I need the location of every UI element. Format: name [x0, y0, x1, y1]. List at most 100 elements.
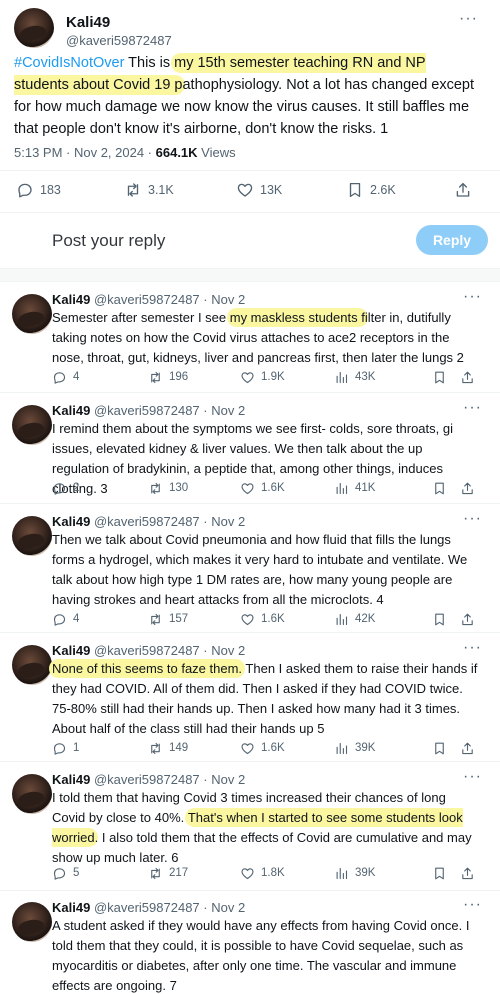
reply-date[interactable]: · Nov 2 [200, 772, 245, 787]
like-action[interactable]: 13K [236, 180, 282, 200]
views-action[interactable]: 39K [334, 863, 375, 883]
share-action[interactable] [460, 609, 475, 629]
repost-action[interactable]: 217 [148, 863, 188, 883]
reply-count: 4 [73, 371, 80, 383]
view-count: 43K [355, 371, 376, 383]
author-name[interactable]: Kali49 [52, 772, 90, 787]
heart-icon [241, 867, 254, 879]
reply-action[interactable]: 183 [16, 180, 61, 200]
author-name[interactable]: Kali49 [52, 643, 90, 658]
author-handle[interactable]: @kaveri59872487 [66, 33, 172, 48]
avatar[interactable] [12, 294, 52, 334]
more-icon[interactable]: ··· [463, 511, 482, 527]
reply-action-bar: 4 196 1.9K 43K [52, 367, 482, 387]
bookmark-action[interactable] [432, 367, 447, 387]
reply-date[interactable]: · Nov 2 [200, 403, 245, 418]
hashtag-link[interactable]: #CovidIsNotOver [14, 55, 124, 71]
like-count: 1.9K [261, 371, 285, 383]
divider [0, 212, 500, 213]
author-handle[interactable]: @kaveri59872487 [94, 514, 200, 529]
repost-action[interactable]: 149 [148, 738, 188, 758]
author-name[interactable]: Kali49 [66, 14, 110, 31]
reply-date[interactable]: · Nov 2 [200, 900, 245, 915]
avatar[interactable] [12, 405, 52, 445]
bookmark-icon [435, 742, 444, 754]
reply-action-bar: 4 157 1.6K 42K [52, 609, 482, 629]
views-action[interactable]: 41K [334, 478, 375, 498]
reply-action[interactable]: 1 [52, 738, 79, 758]
author-handle[interactable]: @kaveri59872487 [94, 292, 200, 307]
repost-action[interactable]: 130 [148, 478, 188, 498]
reply-tweet[interactable]: Kali49 @kaveri59872487 · Nov 2 ··· Semes… [0, 289, 500, 392]
reply-date[interactable]: · Nov 2 [200, 643, 245, 658]
more-icon[interactable]: ··· [463, 640, 482, 656]
repost-action[interactable]: 3.1K [124, 180, 174, 200]
reply-tweet[interactable]: Kali49 @kaveri59872487 · Nov 2 ··· I rem… [0, 400, 500, 503]
share-action[interactable] [460, 367, 475, 387]
reply-date[interactable]: · Nov 2 [200, 514, 245, 529]
reply-tweet[interactable]: Kali49 @kaveri59872487 · Nov 2 ··· None … [0, 640, 500, 761]
like-action[interactable]: 1.6K [240, 609, 285, 629]
reply-action[interactable]: 5 [52, 863, 79, 883]
reply-button[interactable]: Reply [416, 225, 488, 255]
more-icon[interactable]: ··· [463, 769, 482, 785]
avatar[interactable] [14, 8, 54, 48]
reply-date[interactable]: · Nov 2 [200, 292, 245, 307]
share-icon [462, 742, 473, 754]
author-name[interactable]: Kali49 [52, 292, 90, 307]
author-handle[interactable]: @kaveri59872487 [94, 772, 200, 787]
share-action[interactable] [460, 738, 475, 758]
like-action[interactable]: 1.6K [240, 478, 285, 498]
reply-icon [53, 867, 66, 880]
bookmark-action[interactable] [432, 478, 447, 498]
reply-action[interactable]: 4 [52, 609, 79, 629]
reply-input[interactable]: Post your reply [52, 231, 165, 251]
repost-count: 217 [169, 867, 189, 879]
more-icon[interactable]: ··· [463, 897, 482, 913]
analytics-icon [336, 742, 348, 754]
view-count: 42K [355, 613, 376, 625]
avatar[interactable] [12, 902, 52, 942]
repost-action[interactable]: 157 [148, 609, 188, 629]
views-action[interactable]: 39K [334, 738, 375, 758]
share-action[interactable] [460, 478, 475, 498]
like-action[interactable]: 1.6K [240, 738, 285, 758]
author-name[interactable]: Kali49 [52, 403, 90, 418]
bookmark-action[interactable]: 2.6K [346, 180, 396, 200]
share-action[interactable] [454, 180, 472, 200]
avatar[interactable] [12, 516, 52, 556]
share-action[interactable] [460, 863, 475, 883]
divider [0, 392, 500, 393]
author-name[interactable]: Kali49 [52, 900, 90, 915]
reply-tweet[interactable]: Kali49 @kaveri59872487 · Nov 2 ··· A stu… [0, 897, 500, 994]
like-action[interactable]: 1.8K [240, 863, 285, 883]
timestamp[interactable]: 5:13 PM · Nov 2, 2024 · [14, 145, 156, 160]
avatar[interactable] [12, 645, 52, 685]
reply-tweet[interactable]: Kali49 @kaveri59872487 · Nov 2 ··· I tol… [0, 769, 500, 883]
more-icon[interactable]: ··· [459, 11, 478, 27]
avatar[interactable] [12, 774, 52, 814]
divider [0, 890, 500, 891]
more-icon[interactable]: ··· [463, 400, 482, 416]
heart-icon [241, 482, 254, 494]
reply-action[interactable]: 2 [52, 478, 79, 498]
author-handle[interactable]: @kaveri59872487 [94, 403, 200, 418]
divider [0, 503, 500, 504]
reply-icon [53, 613, 66, 626]
views-action[interactable]: 43K [334, 367, 375, 387]
like-action[interactable]: 1.9K [240, 367, 285, 387]
analytics-icon [336, 613, 348, 625]
reply-action[interactable]: 4 [52, 367, 79, 387]
author-name[interactable]: Kali49 [52, 514, 90, 529]
share-icon [462, 371, 473, 383]
author-handle[interactable]: @kaveri59872487 [94, 900, 200, 915]
reply-tweet[interactable]: Kali49 @kaveri59872487 · Nov 2 ··· Then … [0, 511, 500, 632]
more-icon[interactable]: ··· [463, 289, 482, 305]
views-action[interactable]: 42K [334, 609, 375, 629]
bookmark-action[interactable] [432, 738, 447, 758]
analytics-icon [336, 482, 348, 494]
author-handle[interactable]: @kaveri59872487 [94, 643, 200, 658]
repost-action[interactable]: 196 [148, 367, 188, 387]
bookmark-action[interactable] [432, 863, 447, 883]
bookmark-action[interactable] [432, 609, 447, 629]
